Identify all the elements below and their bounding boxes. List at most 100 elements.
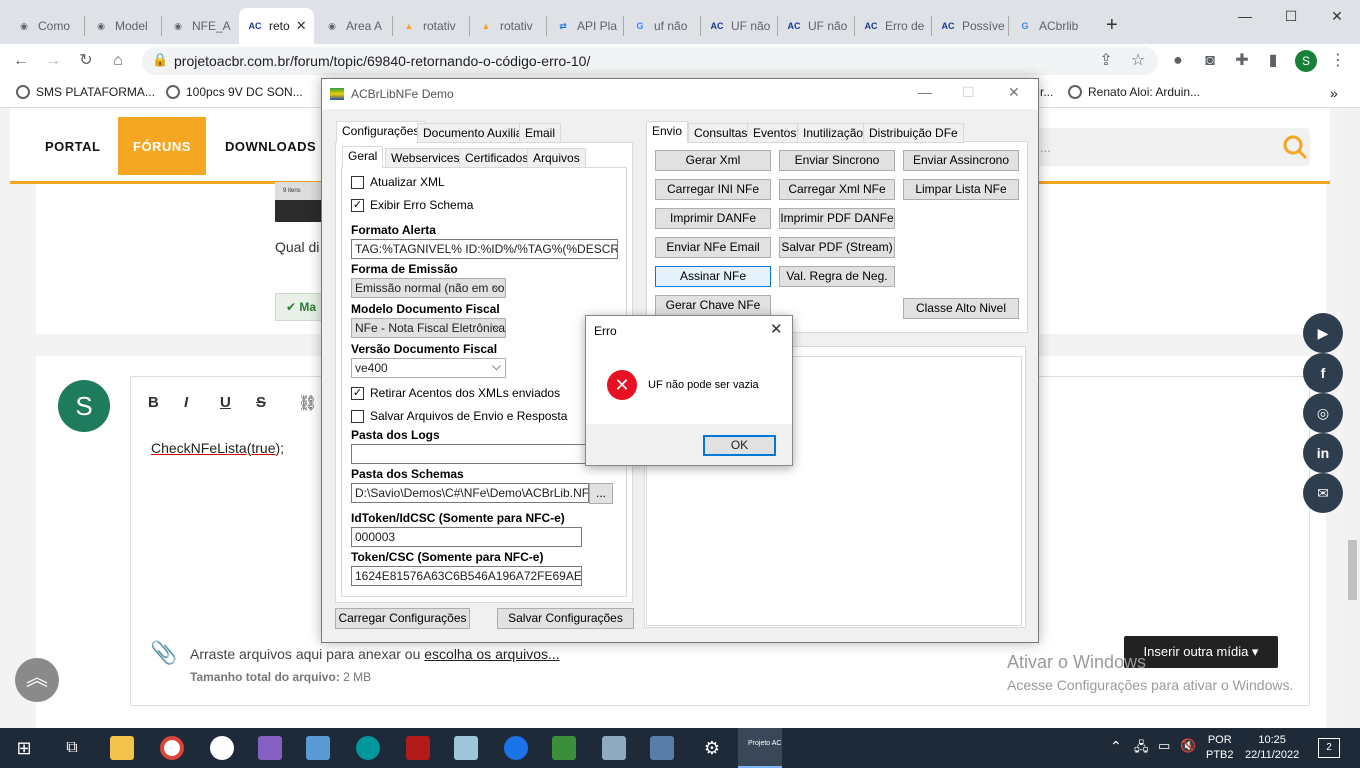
tab-envio[interactable]: Envio xyxy=(646,121,689,143)
app-icon[interactable] xyxy=(650,736,674,760)
email-icon[interactable]: ✉ xyxy=(1303,473,1343,513)
modelo-select[interactable]: NFe - Nota Fiscal Eletrônica xyxy=(351,318,506,338)
enviar-assincrono-button[interactable]: Enviar Assincrono xyxy=(903,150,1019,171)
task-view-icon[interactable]: ⧉ xyxy=(60,736,84,760)
calculator-icon[interactable] xyxy=(602,736,626,760)
bookmark-item[interactable]: 100pcs 9V DC SON... xyxy=(166,85,303,99)
browser-tab[interactable]: ◉ Como xyxy=(8,8,83,44)
close-icon[interactable]: ✕ xyxy=(770,320,783,338)
tab-close-icon[interactable]: ✕ xyxy=(296,18,307,34)
site-search-input[interactable]: ... xyxy=(1040,140,1051,155)
checkbox-checked[interactable]: ✓ xyxy=(351,198,364,212)
tab-email[interactable]: Email xyxy=(519,123,562,143)
browser-tab[interactable]: AC UF não xyxy=(778,8,853,44)
gerar-xml-button[interactable]: Gerar Xml xyxy=(655,150,771,171)
choose-files-link[interactable]: escolha os arquivos... xyxy=(424,646,559,662)
facebook-icon[interactable]: f xyxy=(1303,353,1343,393)
language-indicator[interactable]: POR PTB2 xyxy=(1206,733,1234,763)
puzzle-icon[interactable]: ✚ xyxy=(1233,52,1251,70)
demo-close-icon[interactable]: ✕ xyxy=(1008,84,1020,101)
limpar-lista-button[interactable]: Limpar Lista NFe xyxy=(903,179,1019,200)
bookmark-item[interactable]: r... xyxy=(1040,85,1053,99)
clock[interactable]: 10:25 22/11/2022 xyxy=(1245,733,1299,763)
tab-eventos[interactable]: Eventos xyxy=(747,123,803,143)
browser-tab[interactable]: ◉ Model xyxy=(85,8,160,44)
assinar-nfe-button[interactable]: Assinar NFe xyxy=(655,266,771,287)
insert-media-button[interactable]: Inserir outra mídia ▾ xyxy=(1124,636,1278,668)
bold-button[interactable]: B xyxy=(148,394,159,411)
app-icon[interactable] xyxy=(552,736,576,760)
new-tab-button[interactable]: + xyxy=(1106,14,1118,37)
tab-certificados[interactable]: Certificados xyxy=(459,148,535,168)
idtoken-input[interactable]: 000003 xyxy=(351,527,582,547)
chk-exibir-erro[interactable]: ✓ Exibir Erro Schema xyxy=(351,198,473,212)
versao-select[interactable]: ve400 xyxy=(351,358,506,378)
browser-tab[interactable]: AC UF não xyxy=(701,8,776,44)
app-icon[interactable] xyxy=(454,736,478,760)
browser-tab[interactable]: AC reto ✕ xyxy=(239,8,314,44)
pasta-logs-input[interactable] xyxy=(351,444,591,464)
home-icon[interactable]: ⌂ xyxy=(109,52,127,70)
reload-icon[interactable]: ↻ xyxy=(77,52,95,70)
salvar-pdf-button[interactable]: Salvar PDF (Stream) xyxy=(779,237,895,258)
forward-icon[interactable]: → xyxy=(44,52,62,70)
checkbox-unchecked[interactable] xyxy=(351,175,364,189)
more-bookmarks[interactable]: » xyxy=(1330,85,1338,101)
linkedin-icon[interactable]: in xyxy=(1303,433,1343,473)
token-input[interactable]: 1624E81576A63C6B546A196A72FE69AETRKI xyxy=(351,566,582,586)
volume-muted-icon[interactable]: 🔇 xyxy=(1180,738,1196,754)
instagram-icon[interactable]: ◎ xyxy=(1303,393,1343,433)
share-icon[interactable]: ⇪ xyxy=(1097,52,1115,70)
ok-button[interactable]: OK xyxy=(703,435,776,456)
browser-tab[interactable]: Guf não xyxy=(624,8,699,44)
lock-icon[interactable]: 🔒 xyxy=(152,52,168,68)
chk-salvar-arquivos[interactable]: Salvar Arquivos de Envio e Resposta xyxy=(351,409,567,423)
tab-inutilizacao[interactable]: Inutilização xyxy=(797,123,870,143)
val-regra-button[interactable]: Val. Regra de Neg. xyxy=(779,266,895,287)
enviar-email-button[interactable]: Enviar NFe Email xyxy=(655,237,771,258)
app-icon[interactable] xyxy=(210,736,234,760)
back-icon[interactable]: ← xyxy=(12,52,30,70)
url-text[interactable]: projetoacbr.com.br/forum/topic/69840-ret… xyxy=(174,53,590,69)
maps-icon[interactable] xyxy=(504,736,528,760)
star-icon[interactable]: ☆ xyxy=(1129,52,1147,70)
tab-documento-auxiliar[interactable]: Documento Auxiliar xyxy=(417,123,533,143)
scroll-top-button[interactable]: ︽ xyxy=(15,658,59,702)
carregar-config-button[interactable]: Carregar Configurações xyxy=(335,608,470,629)
classe-alto-nivel-button[interactable]: Classe Alto Nivel xyxy=(903,298,1019,319)
gear-icon[interactable]: ⚙ xyxy=(700,736,724,760)
browser-tab[interactable]: G ACbrlib xyxy=(1009,8,1084,44)
tab-distribuicao[interactable]: Distribuição DFe xyxy=(863,123,964,143)
carregar-ini-button[interactable]: Carregar INI NFe xyxy=(655,179,771,200)
page-scrollbar[interactable] xyxy=(1345,108,1360,728)
scrollbar-thumb[interactable] xyxy=(1348,540,1357,600)
salvar-config-button[interactable]: Salvar Configurações xyxy=(497,608,634,629)
search-icon[interactable] xyxy=(1282,134,1308,160)
camera-icon[interactable]: ◙ xyxy=(1201,52,1219,70)
pasta-schemas-input[interactable]: D:\Savio\Demos\C#\NFe\Demo\ACBrLib.NFe.D xyxy=(351,483,589,503)
file-explorer-icon[interactable] xyxy=(110,736,134,760)
youtube-icon[interactable]: ▶ xyxy=(1303,313,1343,353)
site-search-box[interactable] xyxy=(1020,128,1310,166)
maximize-icon[interactable]: ☐ xyxy=(1268,0,1314,32)
enviar-sincrono-button[interactable]: Enviar Sincrono xyxy=(779,150,895,171)
browser-tab[interactable]: ◉ NFE_A xyxy=(162,8,237,44)
visual-studio-icon[interactable] xyxy=(258,736,282,760)
chrome-icon[interactable] xyxy=(160,736,184,760)
imprimir-danfe-button[interactable]: Imprimir DANFe xyxy=(655,208,771,229)
notification-badge[interactable]: 2 xyxy=(1318,738,1340,758)
carregar-xml-button[interactable]: Carregar Xml NFe xyxy=(779,179,895,200)
profile-avatar[interactable]: S xyxy=(1295,50,1317,72)
demo-maximize-icon[interactable]: ☐ xyxy=(962,84,975,101)
tab-configuracoes[interactable]: Configurações xyxy=(336,121,426,143)
active-app-icon[interactable] xyxy=(738,728,782,768)
imprimir-pdf-button[interactable]: Imprimir PDF DANFe xyxy=(779,208,895,229)
filezilla-icon[interactable] xyxy=(406,736,430,760)
nav-downloads[interactable]: DOWNLOADS xyxy=(225,139,316,154)
bookmark-item[interactable]: Renato Aloi: Arduin... xyxy=(1068,85,1200,99)
arduino-icon[interactable] xyxy=(356,736,380,760)
gerar-chave-button[interactable]: Gerar Chave NFe xyxy=(655,295,771,316)
display-icon[interactable]: ▭ xyxy=(1158,738,1170,754)
chk-retirar-acentos[interactable]: ✓ Retirar Acentos dos XMLs enviados xyxy=(351,386,560,400)
sidepanel-icon[interactable]: ▮ xyxy=(1264,52,1282,70)
